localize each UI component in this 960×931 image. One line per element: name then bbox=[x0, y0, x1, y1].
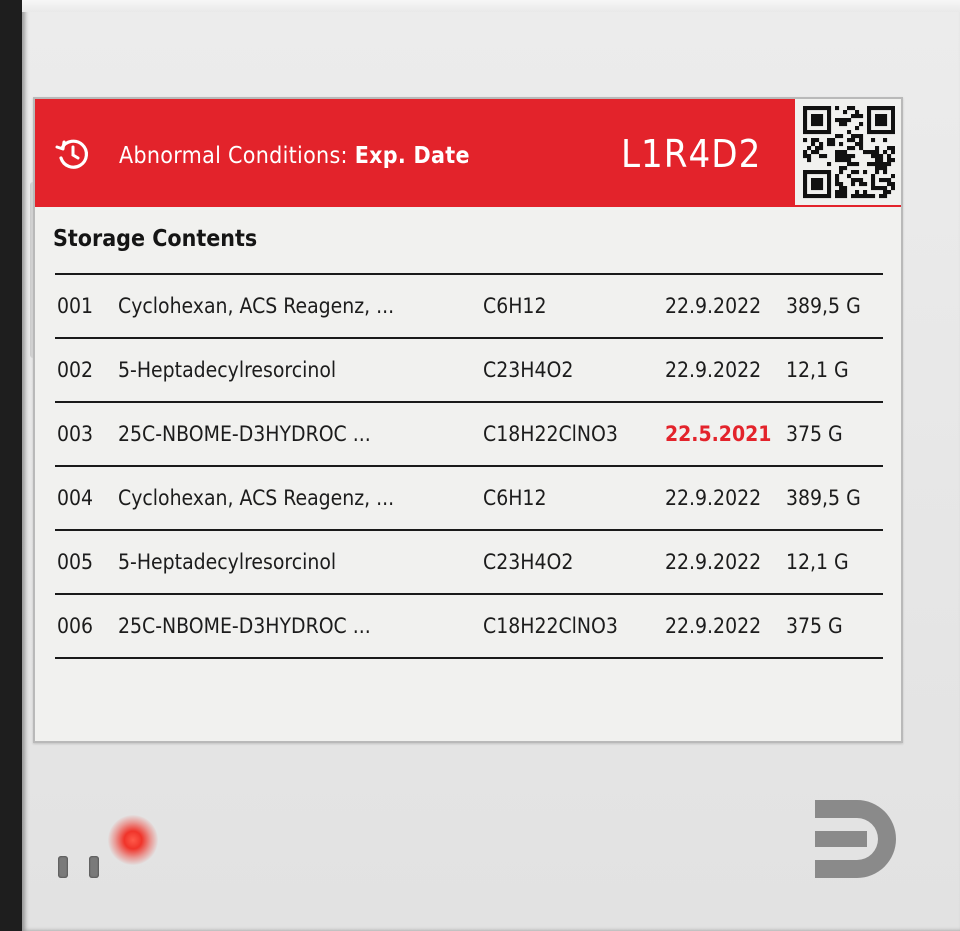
row-amount: 12,1 G bbox=[786, 358, 849, 382]
row-name: Cyclohexan, ACS Reagenz, ... bbox=[118, 486, 395, 510]
row-formula: C18H22ClNO3 bbox=[483, 422, 618, 446]
alert-label: Abnormal Conditions: bbox=[119, 143, 355, 169]
row-name: Cyclohexan, ACS Reagenz, ... bbox=[118, 294, 395, 318]
row-formula: C6H12 bbox=[483, 294, 547, 318]
alert-message: Abnormal Conditions: Exp. Date bbox=[119, 143, 470, 169]
storage-device: Abnormal Conditions: Exp. Date L1R4D2 St… bbox=[22, 0, 960, 931]
table-row: 004 Cyclohexan, ACS Reagenz, ... C6H12 2… bbox=[55, 467, 883, 531]
table-row: 005 5-Heptadecylresorcinol C23H4O2 22.9.… bbox=[55, 531, 883, 595]
row-name: 25C-NBOME-D3HYDROC ... bbox=[118, 422, 371, 446]
row-index: 005 bbox=[57, 550, 94, 574]
location-code: L1R4D2 bbox=[621, 132, 762, 176]
table-row: 006 25C-NBOME-D3HYDROC ... C18H22ClNO3 2… bbox=[55, 595, 883, 659]
row-name: 5-Heptadecylresorcinol bbox=[118, 358, 337, 382]
row-formula: C23H4O2 bbox=[483, 358, 574, 382]
row-date: 22.9.2022 bbox=[665, 358, 762, 382]
epaper-display: Abnormal Conditions: Exp. Date L1R4D2 St… bbox=[33, 97, 903, 743]
clock-alert-icon bbox=[55, 139, 88, 169]
row-date: 22.9.2022 bbox=[665, 550, 762, 574]
device-top-edge bbox=[22, 0, 960, 12]
row-formula: C23H4O2 bbox=[483, 550, 574, 574]
row-amount: 375 G bbox=[786, 614, 843, 638]
row-index: 003 bbox=[57, 422, 94, 446]
row-amount: 375 G bbox=[786, 422, 843, 446]
row-amount: 12,1 G bbox=[786, 550, 849, 574]
alert-bar: Abnormal Conditions: Exp. Date L1R4D2 bbox=[35, 99, 901, 207]
table-row: 002 5-Heptadecylresorcinol C23H4O2 22.9.… bbox=[55, 339, 883, 403]
qr-code-icon bbox=[795, 99, 901, 205]
row-name: 25C-NBOME-D3HYDROC ... bbox=[118, 614, 371, 638]
contents-title: Storage Contents bbox=[53, 226, 258, 252]
indicator-slot bbox=[89, 856, 99, 878]
row-name: 5-Heptadecylresorcinol bbox=[118, 550, 337, 574]
row-date: 22.9.2022 bbox=[665, 614, 762, 638]
row-index: 004 bbox=[57, 486, 94, 510]
row-amount: 389,5 G bbox=[786, 486, 861, 510]
contents-table: 001 Cyclohexan, ACS Reagenz, ... C6H12 2… bbox=[55, 273, 883, 659]
row-index: 001 bbox=[57, 294, 94, 318]
row-amount: 389,5 G bbox=[786, 294, 861, 318]
row-index: 002 bbox=[57, 358, 94, 382]
row-formula: C18H22ClNO3 bbox=[483, 614, 618, 638]
row-date: 22.9.2022 bbox=[665, 294, 762, 318]
row-formula: C6H12 bbox=[483, 486, 547, 510]
table-row: 003 25C-NBOME-D3HYDROC ... C18H22ClNO3 2… bbox=[55, 403, 883, 467]
row-date: 22.9.2022 bbox=[665, 486, 762, 510]
table-row: 001 Cyclohexan, ACS Reagenz, ... C6H12 2… bbox=[55, 275, 883, 339]
row-date: 22.5.2021 bbox=[665, 422, 772, 446]
brand-d-logo-icon bbox=[815, 800, 896, 878]
status-led bbox=[108, 815, 158, 865]
alert-value: Exp. Date bbox=[354, 143, 470, 169]
indicator-slot bbox=[58, 856, 68, 878]
row-index: 006 bbox=[57, 614, 94, 638]
